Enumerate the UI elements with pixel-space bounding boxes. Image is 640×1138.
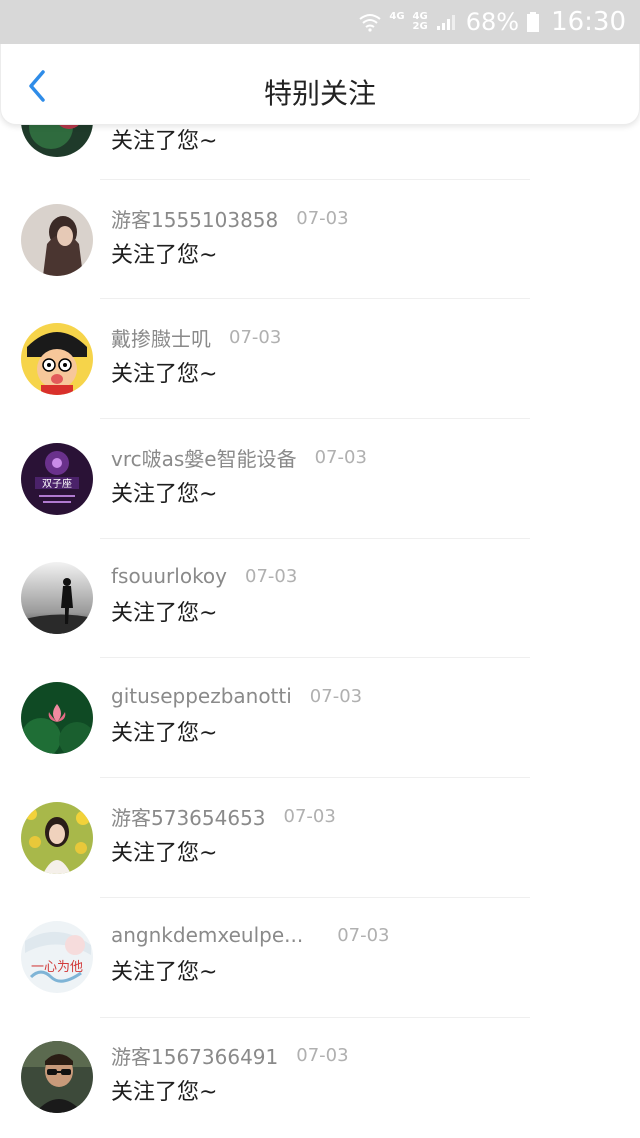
network-indicator-2: 4G 2G — [413, 12, 428, 32]
row-header: 游客1555103858 07-03 — [111, 204, 349, 232]
row-date: 07-03 — [309, 685, 363, 707]
girl-photo-avatar — [21, 204, 93, 276]
clock: 16:30 — [551, 7, 626, 37]
row-name[interactable]: 游客573654653 — [111, 802, 266, 831]
list-item[interactable]: 戴掺臌士叽 07-03 关注了您~ — [0, 323, 640, 443]
status-bar: 4G 4G 2G 68% 16:30 — [0, 0, 640, 44]
row-date: 07-03 — [296, 1044, 349, 1066]
row-date: 07-03 — [229, 326, 282, 348]
list-item[interactable]: 一心为他 angnkdemxeulpe... 07-03 关注了您~ — [0, 921, 640, 1041]
row-message: 关注了您~ — [111, 129, 218, 154]
divider — [100, 298, 530, 299]
divider — [100, 897, 530, 898]
row-header: angnkdemxeulpe... 07-03 — [111, 921, 390, 949]
row-header: vrc啵as媻e智能设备 07-03 — [111, 443, 367, 471]
status-indicators: 4G 4G 2G 68% 16:30 — [359, 6, 626, 38]
divider — [100, 777, 530, 778]
row-name[interactable]: 游客1567366491 — [111, 1041, 278, 1070]
row-message: 关注了您~ — [111, 1080, 218, 1105]
row-name[interactable]: angnkdemxeulpe... — [111, 923, 303, 947]
row-date: 07-03 — [296, 207, 349, 229]
row-message: 关注了您~ — [111, 362, 218, 387]
row-name[interactable]: fsouurlokoy — [111, 564, 227, 588]
row-name[interactable]: gituseppezbanotti — [111, 684, 292, 708]
heart-text-avatar: 一心为他 — [21, 921, 93, 993]
screen: 关注了您~ 游客1555103858 07-03 关注了您~ 戴掺臌士叽 07-… — [0, 0, 640, 1138]
row-date: 07-03 — [283, 805, 336, 827]
list-item[interactable]: 游客1567366491 07-03 关注了您~ — [0, 1041, 640, 1138]
battery-icon — [527, 12, 540, 32]
cartoon-avatar — [21, 323, 93, 395]
signal-icon — [436, 15, 455, 30]
list-item[interactable]: fsouurlokoy 07-03 关注了您~ — [0, 562, 640, 682]
row-header: fsouurlokoy 07-03 — [111, 562, 297, 590]
lotus-avatar — [21, 682, 93, 754]
row-header: 戴掺臌士叽 07-03 — [111, 323, 281, 351]
list-item[interactable]: 双子座 vrc啵as媻e智能设备 07-03 关注了您~ — [0, 443, 640, 563]
row-header: 游客573654653 07-03 — [111, 802, 336, 830]
row-name[interactable]: vrc啵as媻e智能设备 — [111, 443, 297, 472]
heart-avatar-text: 一心为他 — [31, 960, 83, 975]
row-message: 关注了您~ — [111, 841, 218, 866]
row-name[interactable]: 戴掺臌士叽 — [111, 323, 211, 352]
network-label-bottom: 2G — [412, 21, 428, 32]
divider — [100, 657, 530, 658]
silhouette-avatar — [21, 562, 93, 634]
row-header: gituseppezbanotti 07-03 — [111, 682, 362, 710]
row-date: 07-03 — [245, 565, 298, 587]
network-indicator-1: 4G — [389, 12, 404, 32]
network-label-1: 4G — [389, 11, 405, 22]
sunglasses-man-avatar — [21, 1041, 93, 1113]
nav-bar: 特别关注 — [0, 44, 640, 125]
page-title: 特别关注 — [263, 77, 376, 110]
divider — [100, 538, 530, 539]
list-item[interactable]: 游客573654653 07-03 关注了您~ — [0, 802, 640, 922]
row-message: 关注了您~ — [111, 482, 218, 507]
divider — [100, 179, 530, 180]
gemini-avatar-text: 双子座 — [42, 477, 72, 490]
flower-girl-avatar — [21, 802, 93, 874]
battery-percentage: 68% — [465, 8, 520, 36]
divider — [100, 418, 530, 419]
row-message: 关注了您~ — [111, 960, 218, 985]
row-date: 07-03 — [314, 446, 367, 468]
row-message: 关注了您~ — [111, 601, 218, 626]
row-name[interactable]: 游客1555103858 — [111, 204, 278, 233]
gemini-avatar: 双子座 — [21, 443, 93, 515]
wifi-icon — [359, 14, 381, 32]
divider — [100, 1017, 530, 1018]
row-date: 07-03 — [337, 924, 390, 946]
row-message: 关注了您~ — [111, 243, 218, 268]
row-header: 游客1567366491 07-03 — [111, 1041, 349, 1069]
list-item[interactable]: 游客1555103858 07-03 关注了您~ — [0, 204, 640, 324]
list-item[interactable]: gituseppezbanotti 07-03 关注了您~ — [0, 682, 640, 802]
row-message: 关注了您~ — [111, 721, 218, 746]
